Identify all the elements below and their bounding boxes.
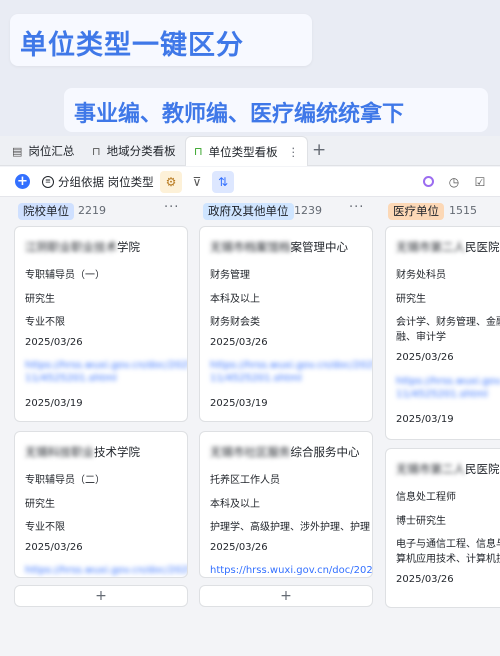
card-degree: 研究生 (25, 499, 55, 510)
column-more-icon[interactable]: ··· (349, 200, 364, 215)
column-tag: 院校单位 (18, 203, 74, 220)
tab-region-kanban[interactable]: ⊓ 地域分类看板 (92, 136, 176, 166)
kanban-icon: ⊓ (92, 144, 101, 158)
kanban-icon: ⊓ (194, 145, 203, 158)
card-link[interactable]: 11/4525201.shtml (396, 389, 488, 400)
tab-unit-type-kanban[interactable]: ⊓ 单位类型看板 ⋮ (185, 136, 309, 166)
card-title: 无锡市档案馆档案管理中心 (210, 240, 348, 254)
tab-label: 单位类型看板 (208, 144, 278, 159)
record-card[interactable]: 无锡市第二人民医院 信息处工程师 博士研究生 电子与通信工程、信息与通 算机应用… (385, 448, 500, 608)
filter-icon[interactable]: ⊽ (186, 171, 208, 193)
settings-gear-icon[interactable]: ⚙ (160, 171, 182, 193)
card-job: 财务处科员 (396, 270, 446, 281)
card-job: 专职辅导员（一） (25, 270, 105, 281)
card-link[interactable]: https://hrss.wuxi.gov.cn/doc/2025/03/ (25, 565, 187, 576)
card-degree: 本科及以上 (210, 499, 260, 510)
card-job: 信息处工程师 (396, 492, 456, 503)
card-degree: 本科及以上 (210, 294, 260, 305)
card-major: 专业不限 (25, 522, 65, 533)
card-major: 护理学、高级护理、涉外护理、护理 (210, 522, 370, 533)
ai-assistant-icon[interactable] (417, 171, 439, 193)
card-link[interactable]: https://hrss.wuxi.gov.cn/doc/2025/03/ (210, 565, 372, 576)
column-header: 医疗单位 1515 (385, 197, 500, 225)
add-card-button[interactable]: + (14, 585, 188, 607)
banner-subtitle: 事业编、教师编、医疗编统统拿下 (74, 102, 405, 127)
tab-label: 地域分类看板 (106, 144, 176, 158)
add-view-button[interactable]: + (312, 140, 326, 160)
column-header: 政府及其他单位 1239 ··· (199, 197, 373, 225)
group-by-button[interactable]: ≡ 分组依据 岗位类型 (42, 174, 154, 190)
checklist-icon[interactable]: ☑ (469, 171, 491, 193)
card-date: 2025/03/26 (210, 337, 268, 348)
card-link[interactable]: 11/4525201.shtml (210, 373, 302, 384)
card-date: 2025/03/19 (210, 398, 268, 409)
card-date: 2025/03/19 (396, 414, 454, 425)
group-icon: ≡ (42, 176, 54, 188)
add-record-button[interactable]: + (15, 174, 30, 189)
kanban-column-medical: 医疗单位 1515 无锡市第二人民医院 财务处科员 研究生 会计学、财务管理、金… (385, 197, 500, 656)
card-title: 无锡市第二人民医院 (396, 240, 500, 254)
record-card[interactable]: 无锡科技职业技术学院 专职辅导员（二） 研究生 专业不限 2025/03/26 … (14, 431, 188, 578)
grid-table-icon: ▤ (12, 144, 23, 158)
base-app: ▤ 岗位汇总 ⊓ 地域分类看板 ⊓ 单位类型看板 ⋮ + + ≡ 分组依据 岗位… (0, 136, 500, 656)
card-date: 2025/03/26 (396, 574, 454, 585)
card-link[interactable]: https://hrss.wuxi.gov.cn/doc/ (396, 376, 500, 387)
title-banner: 单位类型一键区分 (10, 14, 312, 66)
card-degree: 博士研究生 (396, 516, 446, 527)
card-major: 电子与通信工程、信息与通 (396, 539, 500, 550)
card-date: 2025/03/26 (210, 542, 268, 553)
card-major: 会计学、财务管理、金融学 (396, 317, 500, 328)
card-link[interactable]: https://hrss.wuxi.gov.cn/doc/2025/03/ (210, 360, 372, 371)
card-degree: 研究生 (25, 294, 55, 305)
column-tag: 医疗单位 (388, 203, 444, 220)
card-title: 无锡市社区服务综合服务中心 (210, 445, 360, 459)
tab-label: 岗位汇总 (28, 144, 75, 158)
card-job: 专职辅导员（二） (25, 475, 105, 486)
card-major: 融、审计学 (396, 332, 446, 343)
tab-more-icon[interactable]: ⋮ (288, 145, 300, 159)
card-date: 2025/03/26 (25, 337, 83, 348)
card-date: 2025/03/26 (25, 542, 83, 553)
record-card[interactable]: 无锡市社区服务综合服务中心 托养区工作人员 本科及以上 护理学、高级护理、涉外护… (199, 431, 373, 578)
column-more-icon[interactable]: ··· (164, 200, 179, 215)
card-major: 算机应用技术、计算机技术 (396, 554, 500, 565)
view-tab-bar: ▤ 岗位汇总 ⊓ 地域分类看板 ⊓ 单位类型看板 ⋮ + (0, 136, 500, 166)
column-count: 2219 (78, 204, 106, 217)
column-tag: 政府及其他单位 (203, 203, 294, 220)
toolbar: + ≡ 分组依据 岗位类型 ⚙ ⊽ ⇅ ◷ ☑ (0, 167, 500, 197)
record-card[interactable]: 无锡市第二人民医院 财务处科员 研究生 会计学、财务管理、金融学 融、审计学 2… (385, 226, 500, 440)
card-link[interactable]: 11/4525201.shtml (25, 373, 117, 384)
history-icon[interactable]: ◷ (443, 171, 465, 193)
group-by-label: 分组依据 岗位类型 (58, 175, 154, 189)
record-card[interactable]: 江阴职业职业技术学院 专职辅导员（一） 研究生 专业不限 2025/03/26 … (14, 226, 188, 422)
card-job: 财务管理 (210, 270, 250, 281)
card-link[interactable]: https://hrss.wuxi.gov.cn/doc/2025/03/ (25, 360, 187, 371)
tab-post-summary[interactable]: ▤ 岗位汇总 (12, 136, 74, 166)
column-header: 院校单位 2219 ··· (14, 197, 188, 225)
add-card-button[interactable]: + (199, 585, 373, 607)
kanban-column-government: 政府及其他单位 1239 ··· 无锡市档案馆档案管理中心 财务管理 本科及以上… (199, 197, 373, 656)
card-major: 专业不限 (25, 317, 65, 328)
sort-icon[interactable]: ⇅ (212, 171, 234, 193)
card-title: 无锡市第二人民医院 (396, 462, 500, 476)
card-date: 2025/03/26 (396, 352, 454, 363)
subtitle-banner: 事业编、教师编、医疗编统统拿下 (64, 88, 488, 132)
card-title: 无锡科技职业技术学院 (25, 445, 140, 459)
card-title: 江阴职业职业技术学院 (25, 240, 140, 254)
card-major: 财务财会类 (210, 317, 260, 328)
card-job: 托养区工作人员 (210, 475, 280, 486)
banner-title: 单位类型一键区分 (20, 30, 244, 61)
record-card[interactable]: 无锡市档案馆档案管理中心 财务管理 本科及以上 财务财会类 2025/03/26… (199, 226, 373, 422)
column-count: 1239 (294, 204, 322, 217)
kanban-column-school: 院校单位 2219 ··· 江阴职业职业技术学院 专职辅导员（一） 研究生 专业… (14, 197, 188, 656)
card-date: 2025/03/19 (25, 398, 83, 409)
card-degree: 研究生 (396, 294, 426, 305)
column-count: 1515 (449, 204, 477, 217)
